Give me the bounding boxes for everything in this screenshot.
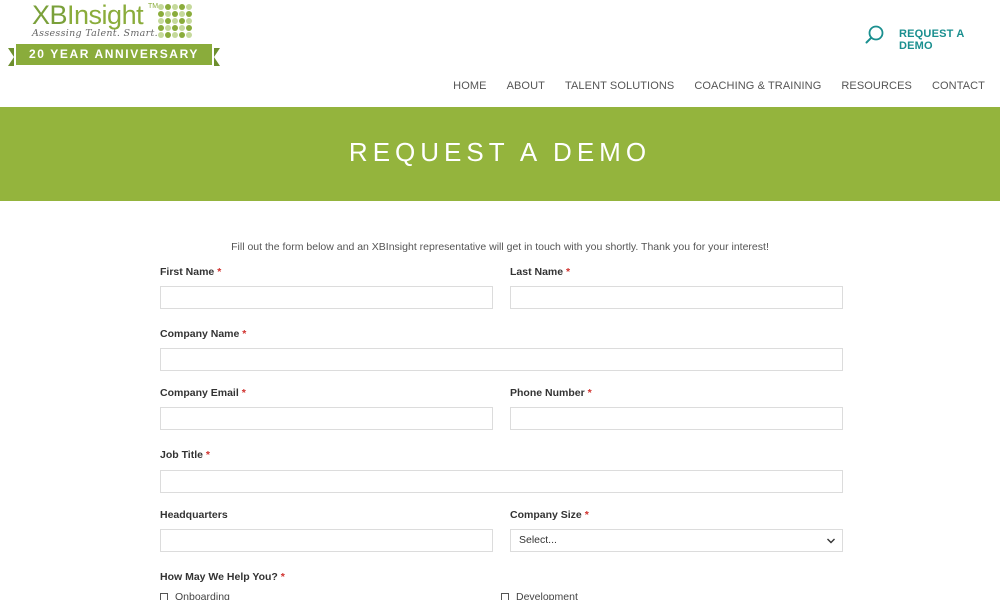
nav-item-coaching-training[interactable]: COACHING & TRAINING [694,80,821,94]
main-nav: HOME ABOUT TALENT SOLUTIONS COACHING & T… [433,80,985,94]
anniversary-banner-text: 20 YEAR ANNIVERSARY [29,47,199,61]
logo-brand-xb: XB [32,0,68,30]
logo-dots-icon [158,4,192,38]
search-icon[interactable] [864,24,886,46]
nav-item-home[interactable]: HOME [453,80,486,94]
company-email-label: Company Email * [160,387,246,399]
company-name-label: Company Name * [160,328,246,340]
company-size-selected-value: Select... [519,534,557,546]
phone-number-label-text: Phone Number [510,387,585,399]
required-mark: * [584,509,589,521]
page-title: REQUEST A DEMO [348,137,652,167]
headquarters-label: Headquarters [160,509,228,521]
phone-number-label: Phone Number * [510,387,592,399]
logo-tagline: Assessing Talent. Smart. [32,28,158,39]
help-option-label: Development [516,591,578,600]
hero-banner: REQUEST A DEMO [0,107,1000,201]
help-label: How May We Help You? * [160,571,285,583]
required-mark: * [280,571,285,583]
last-name-input[interactable] [510,286,843,309]
required-mark: * [241,387,246,399]
first-name-input[interactable] [160,286,493,309]
phone-number-input[interactable] [510,407,843,430]
first-name-label-text: First Name [160,266,215,278]
required-mark: * [242,328,247,340]
company-name-label-text: Company Name [160,328,240,340]
form-intro: Fill out the form below and an XBInsight… [231,241,769,253]
required-mark: * [205,449,210,461]
logo-brand: XBInsight [32,0,144,30]
required-mark: * [587,387,592,399]
checkbox-icon[interactable] [160,593,168,600]
company-size-select[interactable]: Select... [510,529,843,552]
help-option-label: Onboarding [175,591,230,600]
nav-item-about[interactable]: ABOUT [507,80,545,94]
help-option-onboarding[interactable]: Onboarding [160,591,230,600]
logo-trademark: TM [148,3,159,10]
logo[interactable]: XBInsight TM Assessing Talent. Smart. 20… [6,0,220,70]
first-name-label: First Name * [160,266,221,278]
site-header: XBInsight TM Assessing Talent. Smart. 20… [0,0,1000,107]
last-name-label-text: Last Name [510,266,564,278]
company-size-label-text: Company Size [510,509,582,521]
job-title-label: Job Title * [160,449,210,461]
nav-item-talent-solutions[interactable]: TALENT SOLUTIONS [565,80,674,94]
required-mark: * [566,266,571,278]
company-email-label-text: Company Email [160,387,239,399]
chevron-down-icon [827,538,835,544]
request-demo-link[interactable]: REQUEST A DEMO [899,28,1000,52]
job-title-input[interactable] [160,470,843,493]
anniversary-banner: 20 YEAR ANNIVERSARY [8,44,220,66]
help-option-development[interactable]: Development [501,591,578,600]
required-mark: * [217,266,222,278]
logo-brand-insight: Insight [67,0,144,30]
headquarters-label-text: Headquarters [160,509,228,521]
headquarters-input[interactable] [160,529,493,552]
company-name-input[interactable] [160,348,843,371]
nav-item-resources[interactable]: RESOURCES [841,80,912,94]
company-email-input[interactable] [160,407,493,430]
help-label-text: How May We Help You? [160,571,278,583]
nav-item-contact[interactable]: CONTACT [932,80,985,94]
company-size-label: Company Size * [510,509,589,521]
last-name-label: Last Name * [510,266,570,278]
checkbox-icon[interactable] [501,593,509,600]
job-title-label-text: Job Title [160,449,203,461]
